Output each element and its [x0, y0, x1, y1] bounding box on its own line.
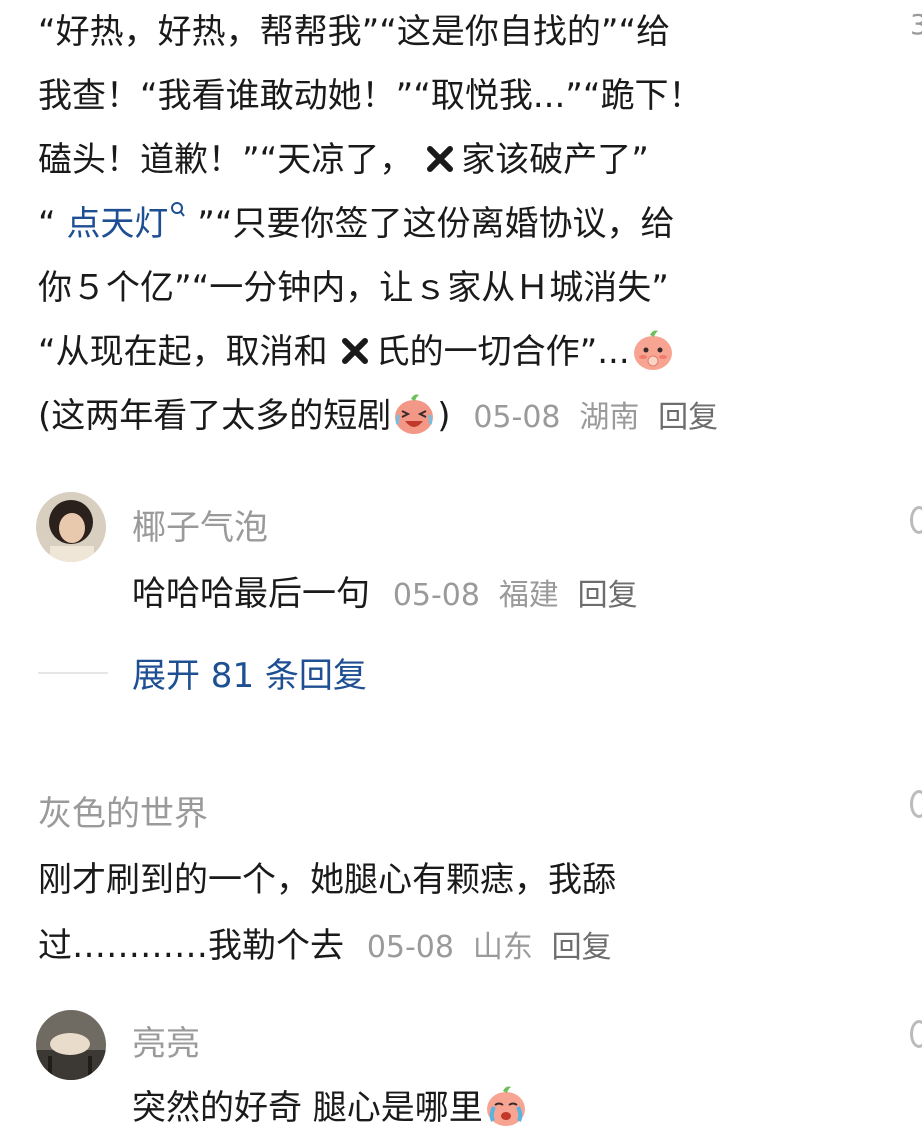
- peach-cry-emoji-icon: [486, 1086, 525, 1126]
- comment-location: 山东: [472, 930, 533, 965]
- main-comment-line: 你５个亿”“一分钟内，让ｓ家从Ｈ城消失”: [38, 268, 669, 308]
- avatar[interactable]: [36, 492, 106, 562]
- comment-date: 05-08: [366, 930, 454, 965]
- comment-text-line: 过…………我勒个去 05-08 山东 回复: [38, 926, 612, 966]
- reply-text: 突然的好奇 腿心是哪里: [132, 1080, 529, 1129]
- peach-laugh-cry-emoji-icon: [395, 394, 434, 434]
- search-icon: [171, 202, 186, 217]
- expand-replies-button[interactable]: 展开 81 条回复: [132, 648, 367, 697]
- main-comment-line: “ 点天灯 ”“只要你签了这份离婚协议，给: [38, 192, 674, 256]
- username[interactable]: 椰子气泡: [132, 500, 268, 549]
- main-comment-line: “从现在起，取消和 氏的一切合作”...: [38, 320, 676, 384]
- divider: [38, 672, 108, 674]
- main-comment-line: 磕头！道歉！”“天凉了， 家该破产了”: [38, 140, 649, 180]
- side-action-icon[interactable]: [910, 1020, 922, 1048]
- reply-text: 哈哈哈最后一句 05-08 福建 回复: [132, 574, 638, 614]
- username[interactable]: 亮亮: [132, 1016, 200, 1065]
- peach-shy-emoji-icon: [633, 330, 672, 370]
- x-mark-icon: [341, 338, 368, 364]
- comment-date: 05-08: [392, 578, 480, 613]
- avatar[interactable]: [36, 1010, 106, 1080]
- side-like-count: 3: [910, 8, 922, 41]
- reply-button[interactable]: 回复: [552, 930, 612, 965]
- main-comment-line: 我查！“我看谁敢动她！”“取悦我...”“跪下！: [38, 76, 703, 116]
- search-link-dian-tian-deng[interactable]: 点天灯: [66, 202, 186, 244]
- comment-text-line: 刚才刷到的一个，她腿心有颗痣，我舔: [38, 860, 616, 900]
- comment-date: 05-08: [473, 400, 561, 435]
- comment-location: 福建: [498, 578, 559, 613]
- username[interactable]: 灰色的世界: [38, 786, 208, 835]
- comment-location: 湖南: [579, 400, 640, 435]
- side-action-icon[interactable]: [910, 506, 922, 534]
- side-action-icon[interactable]: [910, 790, 922, 818]
- main-comment-line: (这两年看了太多的短剧) 05-08 湖南 回复: [38, 384, 718, 450]
- x-mark-icon: [427, 146, 454, 172]
- reply-button[interactable]: 回复: [658, 400, 718, 435]
- main-comment-line: “好热，好热，帮帮我”“这是你自找的”“给: [38, 12, 671, 52]
- reply-button[interactable]: 回复: [578, 578, 638, 613]
